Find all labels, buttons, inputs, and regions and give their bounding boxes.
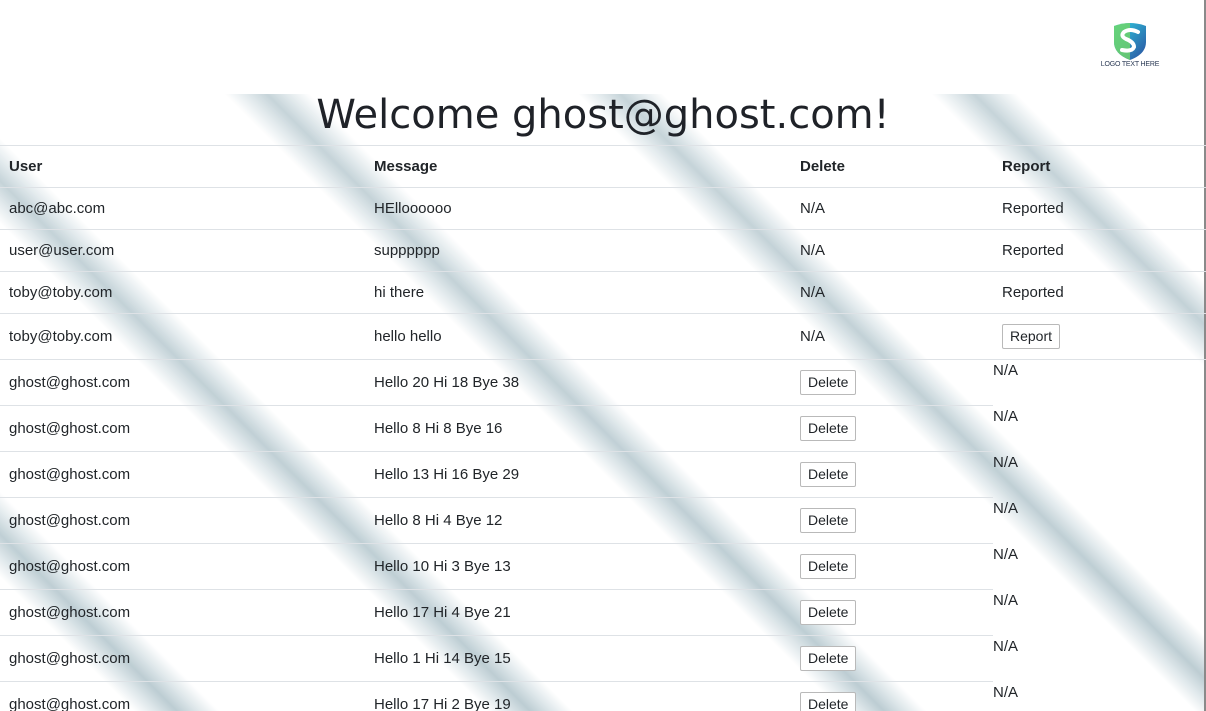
message-cell: hi there xyxy=(365,271,791,314)
table-row: ghost@ghost.com Hello 8 Hi 4 Bye 12 Dele… xyxy=(0,497,1206,544)
delete-cell: Delete xyxy=(791,589,993,636)
user-cell: ghost@ghost.com xyxy=(0,497,365,544)
message-cell: Hello 20 Hi 18 Bye 38 xyxy=(365,359,791,406)
delete-cell: Delete xyxy=(791,451,993,498)
delete-button[interactable]: Delete xyxy=(800,508,857,533)
report-cell: N/A xyxy=(993,360,1206,406)
table-row: ghost@ghost.com Hello 17 Hi 2 Bye 19 Del… xyxy=(0,681,1206,711)
report-cell: N/A xyxy=(993,498,1206,544)
delete-cell: N/A xyxy=(791,229,993,272)
user-cell: ghost@ghost.com xyxy=(0,451,365,498)
report-cell: Report xyxy=(993,313,1206,360)
table-row: user@user.com supppppp N/A Reported xyxy=(0,229,1206,272)
user-cell: ghost@ghost.com xyxy=(0,681,365,711)
message-cell: Hello 10 Hi 3 Bye 13 xyxy=(365,543,791,590)
column-header-message: Message xyxy=(365,145,791,188)
page: LOGO TEXT HERE Welcome ghost@ghost.com! … xyxy=(0,0,1206,711)
table-row: ghost@ghost.com Hello 10 Hi 3 Bye 13 Del… xyxy=(0,543,1206,590)
user-cell: ghost@ghost.com xyxy=(0,635,365,682)
user-cell: toby@toby.com xyxy=(0,271,365,314)
report-cell: N/A xyxy=(993,590,1206,636)
table-row: ghost@ghost.com Hello 1 Hi 14 Bye 15 Del… xyxy=(0,635,1206,682)
message-cell: Hello 17 Hi 2 Bye 19 xyxy=(365,681,791,711)
report-status: N/A xyxy=(993,362,1019,379)
delete-button[interactable]: Delete xyxy=(800,600,857,625)
report-status: N/A xyxy=(993,453,1019,471)
report-cell: N/A xyxy=(993,544,1206,590)
user-cell: ghost@ghost.com xyxy=(0,405,365,452)
report-status: Reported xyxy=(993,187,1206,230)
user-cell: ghost@ghost.com xyxy=(0,359,365,406)
page-title: Welcome ghost@ghost.com! xyxy=(316,92,890,138)
delete-cell: Delete xyxy=(791,681,993,711)
report-status: N/A xyxy=(993,545,1019,563)
message-cell: Hello 8 Hi 8 Bye 16 xyxy=(365,405,791,452)
delete-cell: Delete xyxy=(791,497,993,544)
message-cell: HElloooooo xyxy=(365,187,791,230)
user-cell: abc@abc.com xyxy=(0,187,365,230)
delete-cell: Delete xyxy=(791,405,993,452)
table-row: ghost@ghost.com Hello 20 Hi 18 Bye 38 De… xyxy=(0,359,1206,406)
user-cell: ghost@ghost.com xyxy=(0,543,365,590)
delete-button[interactable]: Delete xyxy=(800,554,857,579)
logo-text: LOGO TEXT HERE xyxy=(1100,61,1160,68)
delete-cell: Delete xyxy=(791,359,993,406)
report-cell: N/A xyxy=(993,406,1206,452)
messages-table: User Message Delete Report abc@abc.com H… xyxy=(0,145,1206,711)
delete-button[interactable]: Delete xyxy=(800,416,857,441)
user-cell: toby@toby.com xyxy=(0,313,365,360)
delete-button[interactable]: Delete xyxy=(800,692,857,711)
message-cell: Hello 13 Hi 16 Bye 29 xyxy=(365,451,791,498)
delete-button[interactable]: Delete xyxy=(800,646,857,671)
column-header-user: User xyxy=(0,145,365,188)
report-cell: N/A xyxy=(993,682,1206,711)
table-row: ghost@ghost.com Hello 8 Hi 8 Bye 16 Dele… xyxy=(0,405,1206,452)
table-row: ghost@ghost.com Hello 17 Hi 4 Bye 21 Del… xyxy=(0,589,1206,636)
report-status: N/A xyxy=(993,499,1019,517)
user-cell: user@user.com xyxy=(0,229,365,272)
delete-cell: N/A xyxy=(791,187,993,230)
delete-cell: Delete xyxy=(791,543,993,590)
report-status: N/A xyxy=(993,407,1019,425)
delete-button[interactable]: Delete xyxy=(800,462,857,487)
delete-button[interactable]: Delete xyxy=(800,370,857,395)
table-header-row: User Message Delete Report xyxy=(0,145,1206,188)
report-cell: N/A xyxy=(993,452,1206,498)
table-row: toby@toby.com hi there N/A Reported xyxy=(0,271,1206,314)
table-row: ghost@ghost.com Hello 13 Hi 16 Bye 29 De… xyxy=(0,451,1206,498)
user-cell: ghost@ghost.com xyxy=(0,589,365,636)
delete-cell: Delete xyxy=(791,635,993,682)
message-cell: Hello 8 Hi 4 Bye 12 xyxy=(365,497,791,544)
message-cell: supppppp xyxy=(365,229,791,272)
report-status: Reported xyxy=(993,229,1206,272)
message-cell: Hello 17 Hi 4 Bye 21 xyxy=(365,589,791,636)
table-row: abc@abc.com HElloooooo N/A Reported xyxy=(0,187,1206,230)
message-cell: Hello 1 Hi 14 Bye 15 xyxy=(365,635,791,682)
column-header-delete: Delete xyxy=(791,145,993,188)
message-cell: hello hello xyxy=(365,313,791,360)
delete-cell: N/A xyxy=(791,271,993,314)
table-row: toby@toby.com hello hello N/A Report xyxy=(0,313,1206,360)
delete-cell: N/A xyxy=(791,313,993,360)
report-button[interactable]: Report xyxy=(1002,324,1061,349)
report-cell: N/A xyxy=(993,636,1206,682)
report-status: N/A xyxy=(993,683,1019,701)
column-header-report: Report xyxy=(993,145,1206,188)
report-status: N/A xyxy=(993,637,1019,655)
report-status: Reported xyxy=(993,271,1206,314)
report-status: N/A xyxy=(993,591,1019,609)
